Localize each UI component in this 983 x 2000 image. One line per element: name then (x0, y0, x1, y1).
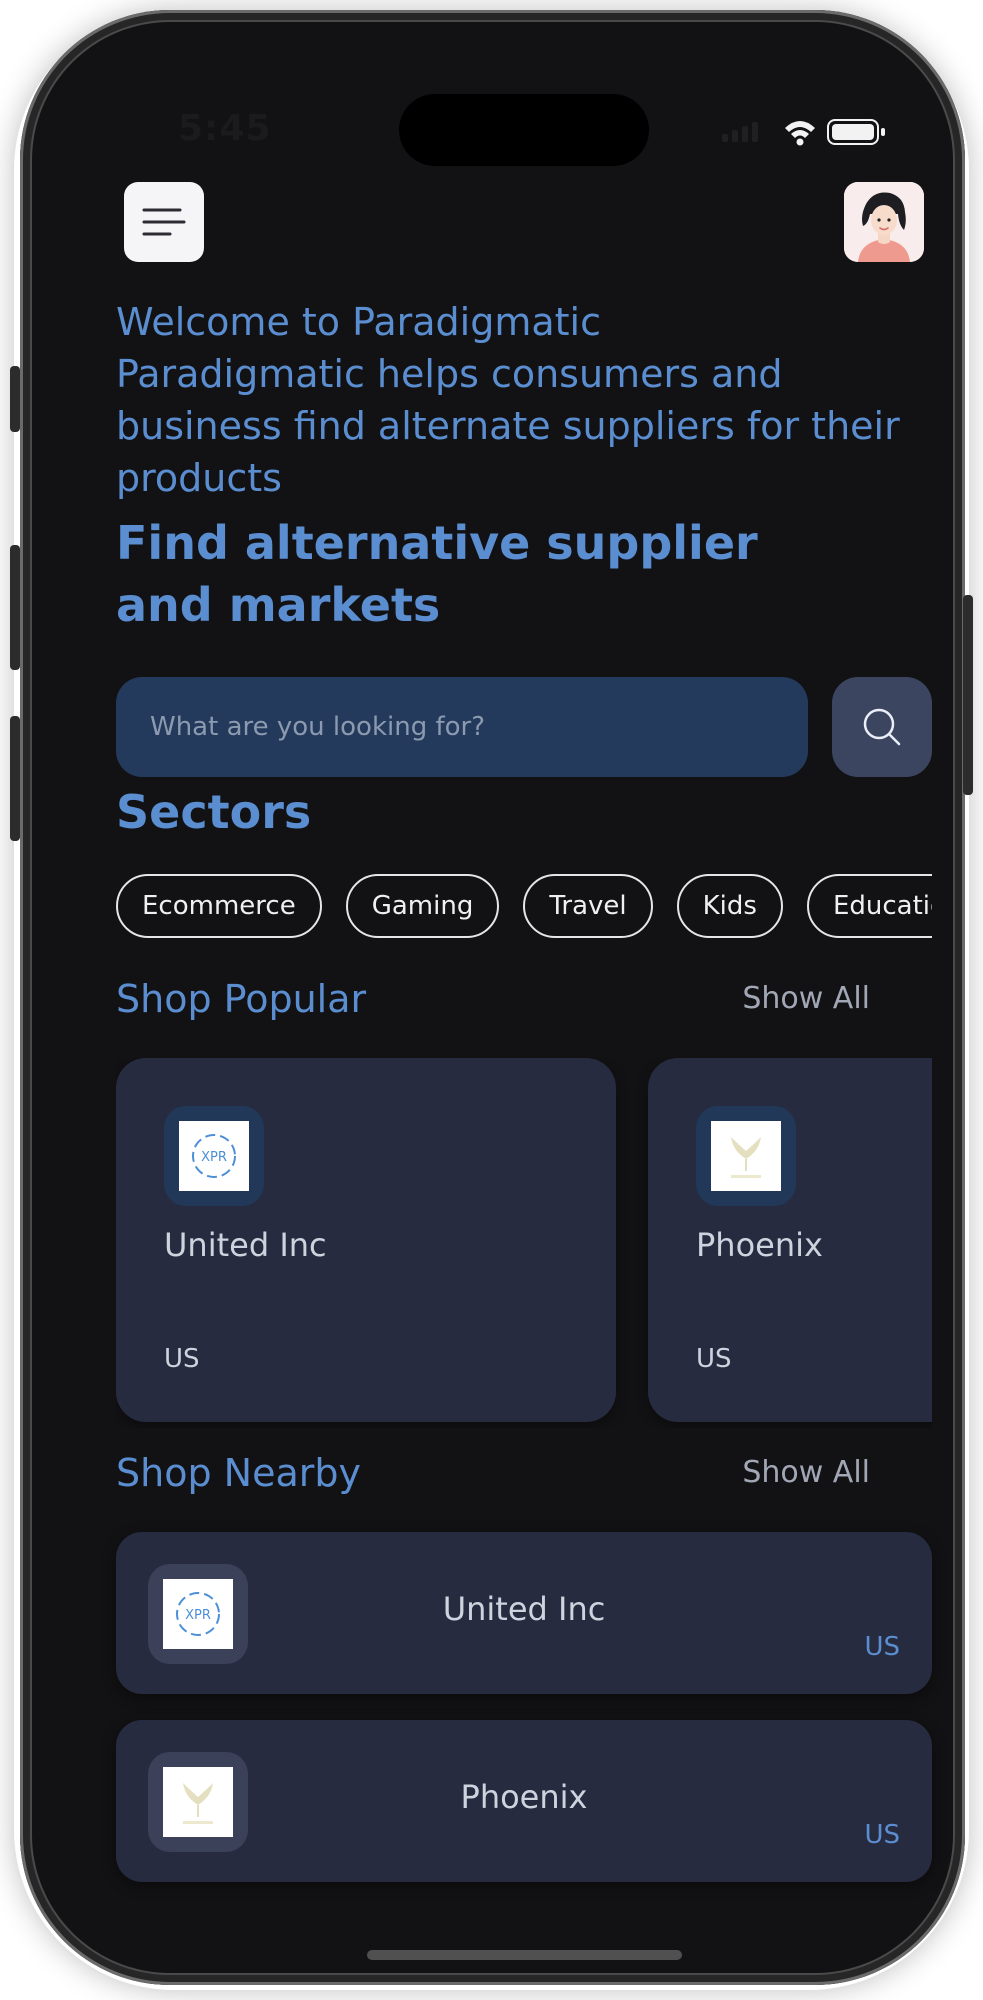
shop-country: US (696, 1344, 732, 1374)
sectors-title: Sectors (116, 785, 312, 839)
xpr-logo-text: XPR (201, 1150, 227, 1165)
shop-name: United Inc (164, 1226, 327, 1264)
chip-kids[interactable]: Kids (676, 874, 783, 938)
phoenix-logo (711, 1121, 781, 1191)
shop-popular-card[interactable]: XPR United Inc US (116, 1058, 616, 1422)
chip-gaming[interactable]: Gaming (345, 874, 500, 938)
shop-country: US (164, 1344, 200, 1374)
shop-country: US (864, 1632, 900, 1662)
shop-popular-scroller[interactable]: XPR United Inc US Phoenix US (116, 1058, 932, 1428)
search-button[interactable] (832, 677, 932, 777)
status-time: 5:45 (178, 108, 272, 149)
shop-nearby-item[interactable]: Phoenix US (116, 1720, 932, 1882)
status-icons (722, 110, 922, 154)
action-button (10, 366, 20, 432)
chip-ecommerce[interactable]: Ecommerce (116, 874, 322, 938)
search-input[interactable] (148, 711, 776, 743)
page-headline: Find alternative supplier and markets (116, 516, 758, 632)
volume-down-button (10, 716, 20, 841)
power-button (963, 595, 973, 795)
home-indicator[interactable] (367, 1950, 682, 1960)
profile-avatar-button[interactable] (844, 182, 924, 262)
shop-popular-title: Shop Popular (116, 977, 367, 1021)
shop-popular-list: XPR United Inc US Phoenix US (116, 1058, 932, 1422)
sectors-scroller[interactable]: Ecommerce Gaming Travel Kids Education (116, 874, 932, 940)
shop-popular-show-all-link[interactable]: Show All (742, 974, 870, 1024)
search-icon (863, 708, 901, 746)
chip-education[interactable]: Education (806, 874, 932, 938)
shop-popular-card[interactable]: Phoenix US (648, 1058, 932, 1422)
shop-nearby-item[interactable]: XPR United Inc US (116, 1532, 932, 1694)
app-screen: 5:45 Welcome to Paradigmatic Paradigmati… (32, 22, 953, 1973)
signal-icon (722, 122, 758, 142)
sector-chips: Ecommerce Gaming Travel Kids Education (116, 874, 932, 938)
menu-icon (142, 208, 186, 236)
volume-up-button (10, 545, 20, 670)
shop-nearby-title: Shop Nearby (116, 1451, 361, 1495)
shop-name: United Inc (442, 1590, 606, 1628)
shop-logo-tile: XPR (164, 1106, 264, 1206)
shop-country: US (864, 1820, 900, 1850)
chip-travel[interactable]: Travel (523, 874, 653, 938)
wifi-icon (785, 121, 815, 146)
search-field[interactable] (116, 677, 808, 777)
shop-name: Phoenix (696, 1226, 823, 1264)
user-avatar-icon (844, 182, 924, 262)
welcome-text: Welcome to Paradigmatic Paradigmatic hel… (116, 296, 916, 504)
xpr-logo-icon: XPR (192, 1134, 236, 1178)
shop-name: Phoenix (460, 1778, 588, 1816)
welcome-title: Welcome to Paradigmatic (116, 300, 601, 344)
menu-button[interactable] (124, 182, 204, 262)
welcome-description: Paradigmatic helps consumers and busines… (116, 352, 900, 500)
shop-nearby-show-all-link[interactable]: Show All (742, 1448, 870, 1498)
dynamic-island (399, 94, 649, 166)
battery-icon (827, 119, 885, 145)
united-inc-logo: XPR (179, 1121, 249, 1191)
shop-logo-tile (696, 1106, 796, 1206)
phoenix-wings-icon (731, 1137, 761, 1178)
